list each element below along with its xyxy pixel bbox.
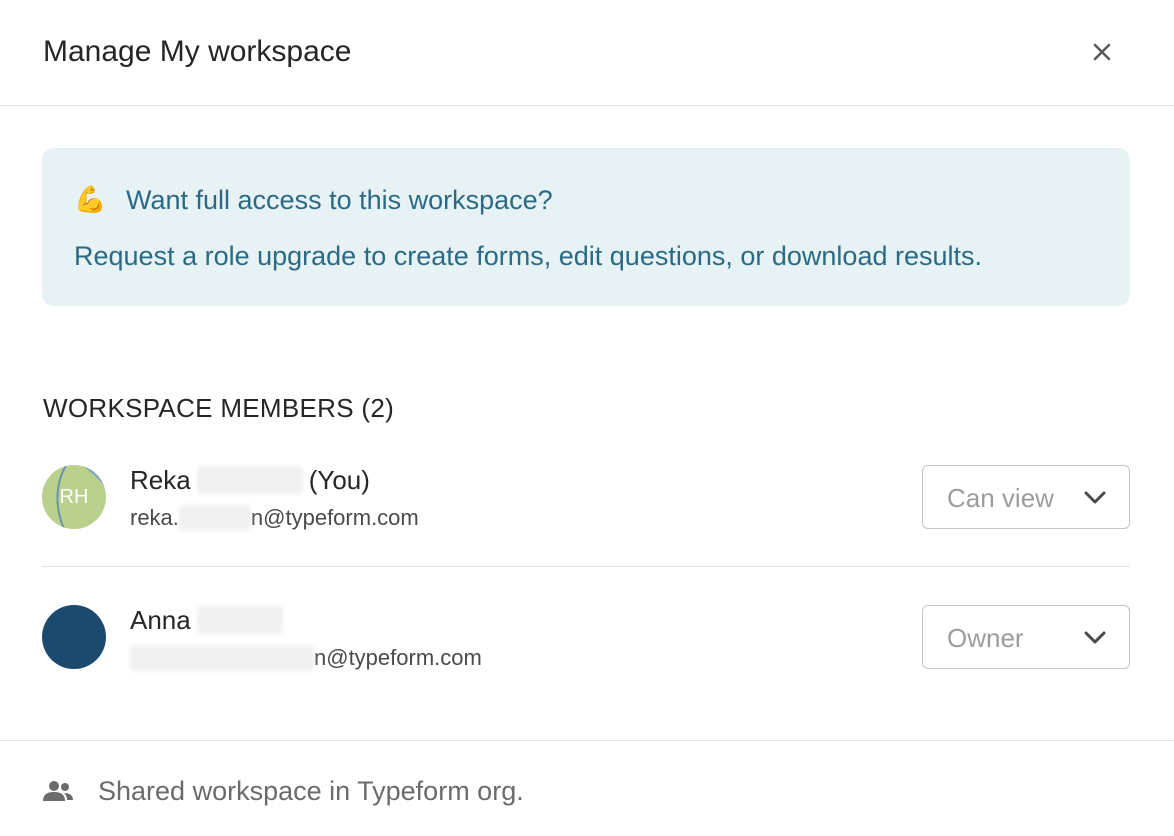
- dialog-title: Manage My workspace: [43, 35, 352, 68]
- redacted-last-name: [196, 466, 303, 494]
- member-email: n@typeform.com: [130, 644, 482, 672]
- member-name: Reka (You): [130, 464, 370, 496]
- close-button[interactable]: [1084, 34, 1120, 70]
- dialog-footer: Shared workspace in Typeform org.: [0, 740, 1174, 836]
- chevron-down-icon: [1084, 491, 1106, 504]
- redacted-email-part: [130, 645, 314, 671]
- flexed-biceps-icon: 💪: [74, 184, 107, 214]
- role-select-value: Owner: [947, 623, 1024, 653]
- member-email-prefix: reka.: [130, 505, 179, 530]
- redacted-email-part: [178, 505, 251, 531]
- upgrade-banner: 💪 Want full access to this workspace? Re…: [42, 148, 1130, 306]
- member-first-name: Reka: [130, 464, 191, 495]
- role-select[interactable]: Owner: [922, 605, 1130, 669]
- footer-text: Shared workspace in Typeform org.: [98, 776, 524, 806]
- avatar-initials: [42, 605, 106, 669]
- role-select[interactable]: Can view: [922, 465, 1130, 529]
- members-heading: WORKSPACE MEMBERS (2): [43, 393, 395, 423]
- close-icon: [1093, 43, 1111, 61]
- banner-text: Request a role upgrade to create forms, …: [74, 241, 983, 271]
- member-you-label: (You): [308, 464, 370, 495]
- member-row: RH Reka (You) reka. n@typeform.com Can v…: [42, 448, 1130, 548]
- people-icon: [43, 781, 73, 801]
- dialog-header: Manage My workspace: [0, 0, 1174, 106]
- avatar: [42, 605, 106, 669]
- redacted-last-name: [196, 606, 283, 634]
- member-email-suffix: n@typeform.com: [250, 505, 419, 530]
- member-divider: [42, 566, 1130, 567]
- member-first-name: Anna: [130, 604, 191, 635]
- avatar: RH: [42, 465, 106, 529]
- member-email: reka. n@typeform.com: [130, 504, 419, 532]
- banner-title: Want full access to this workspace?: [126, 185, 553, 215]
- avatar-initials: RH: [59, 486, 89, 508]
- role-select-value: Can view: [947, 483, 1054, 513]
- member-email-suffix: n@typeform.com: [314, 645, 482, 670]
- manage-workspace-dialog: Manage My workspace 💪 Want full access t…: [0, 0, 1174, 836]
- member-name: Anna: [130, 604, 289, 636]
- member-row: Anna n@typeform.com Owner: [42, 588, 1130, 688]
- chevron-down-icon: [1084, 631, 1106, 644]
